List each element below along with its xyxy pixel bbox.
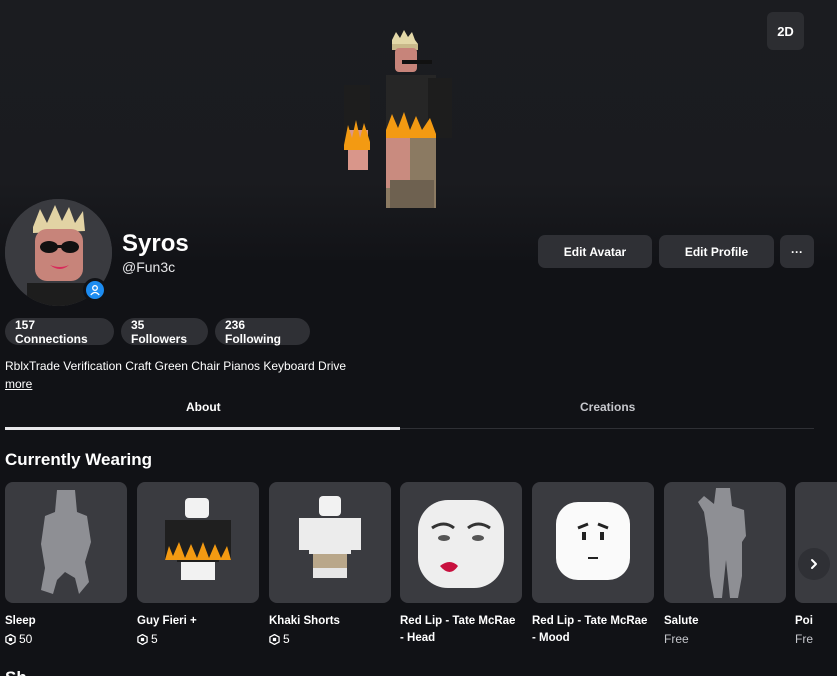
item-thumbnail[interactable] xyxy=(400,482,522,603)
robux-icon xyxy=(5,633,16,645)
list-item[interactable]: Guy Fieri + 5 xyxy=(137,482,259,646)
item-price: 5 xyxy=(269,632,391,646)
connections-count[interactable]: 157 Connections xyxy=(5,318,114,346)
item-name[interactable]: Red Lip - Tate McRae - Mood xyxy=(532,613,654,647)
item-price-value: Fre xyxy=(795,632,813,646)
item-name[interactable]: Red Lip - Tate McRae - Head xyxy=(400,613,522,647)
tab-creations[interactable]: Creations xyxy=(580,400,635,414)
list-item[interactable]: Red Lip - Tate McRae - Mood xyxy=(532,482,654,647)
item-price: Fre xyxy=(795,632,837,646)
chevron-right-icon xyxy=(811,559,817,569)
tab-about[interactable]: About xyxy=(186,400,221,414)
item-price: 5 xyxy=(137,632,259,646)
list-item[interactable]: Khaki Shorts 5 xyxy=(269,482,391,646)
more-link[interactable]: more xyxy=(5,377,32,391)
presence-indicator xyxy=(83,278,107,302)
followers-count[interactable]: 35 Followers xyxy=(121,318,208,346)
person-icon xyxy=(90,285,100,296)
item-name[interactable]: Guy Fieri + xyxy=(137,613,259,630)
item-price: Free xyxy=(664,632,786,646)
toggle-2d-button[interactable]: 2D xyxy=(767,12,804,50)
next-section-title: Sh xyxy=(5,668,27,676)
edit-profile-button[interactable]: Edit Profile xyxy=(659,235,774,268)
item-price: 50 xyxy=(5,632,127,646)
list-item[interactable]: Red Lip - Tate McRae - Head xyxy=(400,482,522,647)
avatar-3d-render[interactable] xyxy=(340,30,460,215)
list-item[interactable]: Sleep 50 xyxy=(5,482,127,646)
tab-active-indicator xyxy=(5,427,400,430)
item-price-value: 5 xyxy=(283,632,290,646)
following-count[interactable]: 236 Following xyxy=(215,318,310,346)
item-name[interactable]: Salute xyxy=(664,613,786,630)
item-name[interactable]: Khaki Shorts xyxy=(269,613,391,630)
item-name[interactable]: Sleep xyxy=(5,613,127,630)
item-price-value: Free xyxy=(664,632,689,646)
profile-description: RblxTrade Verification Craft Green Chair… xyxy=(5,359,347,373)
item-thumbnail[interactable] xyxy=(664,482,786,603)
item-thumbnail[interactable] xyxy=(5,482,127,603)
edit-avatar-button[interactable]: Edit Avatar xyxy=(538,235,652,268)
item-price-value: 5 xyxy=(151,632,158,646)
more-options-button[interactable]: ··· xyxy=(780,235,814,268)
robux-icon xyxy=(137,633,148,645)
currently-wearing-title: Currently Wearing xyxy=(5,450,153,469)
display-name: Syros xyxy=(122,230,189,257)
carousel-next-button[interactable] xyxy=(798,548,830,580)
item-name[interactable]: Poi xyxy=(795,613,837,630)
item-price-value: 50 xyxy=(19,632,33,646)
username: @Fun3c xyxy=(122,259,176,275)
item-thumbnail[interactable] xyxy=(795,482,837,603)
list-item[interactable]: Salute Free xyxy=(664,482,786,646)
robux-icon xyxy=(269,633,280,645)
item-thumbnail[interactable] xyxy=(269,482,391,603)
item-thumbnail[interactable] xyxy=(532,482,654,603)
item-thumbnail[interactable] xyxy=(137,482,259,603)
